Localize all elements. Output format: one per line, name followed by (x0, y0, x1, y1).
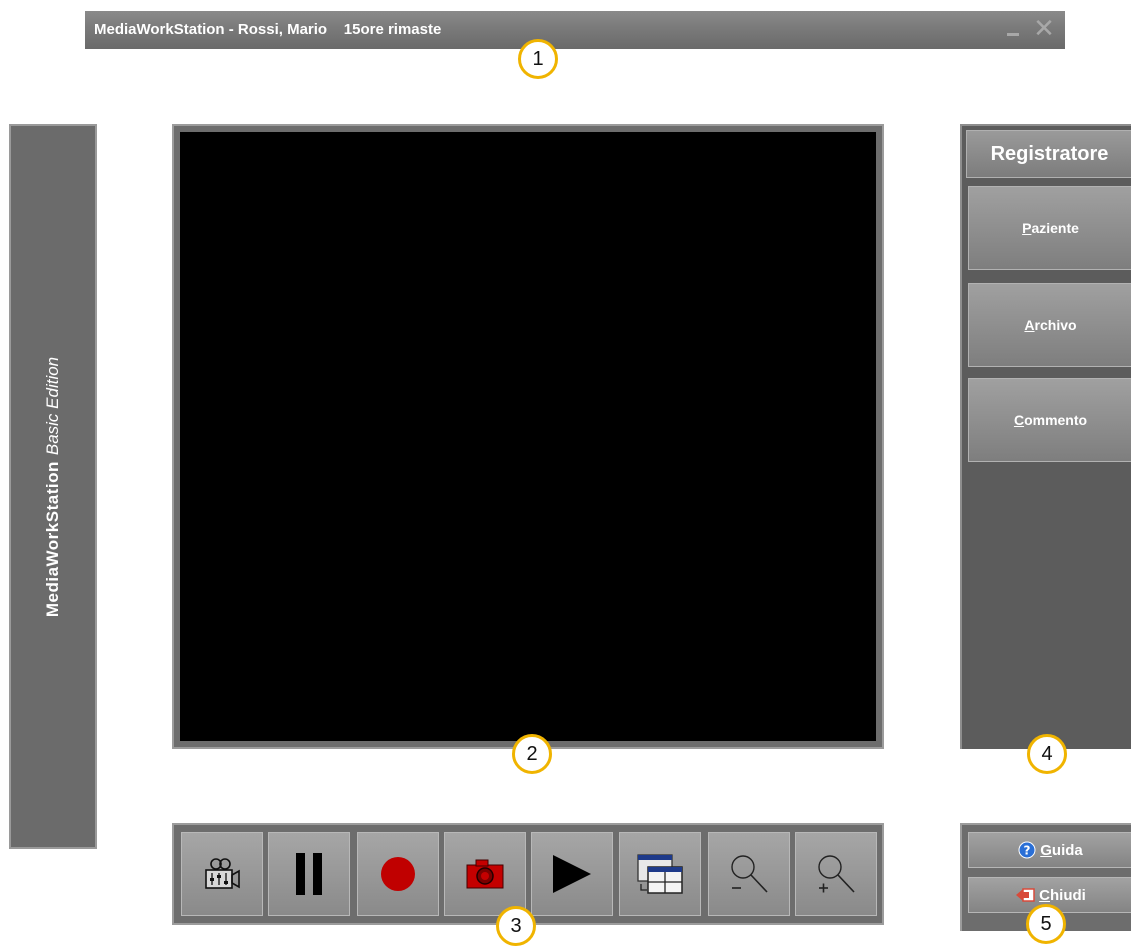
callout-2: 2 (512, 734, 552, 774)
archive-button[interactable]: Archivo (968, 283, 1131, 367)
archive-accel: A (1024, 317, 1035, 333)
zoom-out-icon (731, 855, 768, 893)
snapshot-button[interactable] (444, 832, 526, 916)
callout-3: 3 (496, 906, 536, 946)
patient-accel: P (1022, 220, 1032, 236)
brand-text: MediaWorkStation Basic Edition (43, 356, 63, 616)
record-button[interactable] (357, 832, 439, 916)
comment-label: ommento (1024, 412, 1088, 428)
zoom-in-icon (818, 855, 855, 893)
close-icon[interactable]: ✕ (1033, 13, 1055, 43)
play-icon (553, 855, 591, 893)
pause-button[interactable] (268, 832, 350, 916)
callout-1: 1 (518, 39, 558, 79)
recorder-header: Registratore (966, 130, 1131, 178)
title-bar: MediaWorkStation - Rossi, Mario 15ore ri… (85, 11, 1065, 49)
window-layout-icon (637, 854, 683, 894)
video-preview-screen (180, 132, 876, 741)
patient-button[interactable]: Paziente (968, 186, 1131, 270)
comment-accel: C (1013, 412, 1025, 428)
zoom-out-button[interactable] (708, 832, 790, 916)
patient-label: aziente (1031, 220, 1079, 236)
layout-button[interactable] (619, 832, 701, 916)
archive-label: rchivo (1034, 317, 1077, 333)
window-title: MediaWorkStation - Rossi, Mario 15ore ri… (94, 21, 442, 38)
close-app-accel: C (1039, 886, 1050, 904)
zoom-in-button[interactable] (795, 832, 877, 916)
video-preview-frame (172, 124, 884, 749)
comment-button[interactable]: Commento (968, 378, 1131, 462)
photo-camera-icon (466, 859, 504, 889)
help-button[interactable]: ? Guida (968, 832, 1131, 868)
help-accel: G (1040, 841, 1052, 859)
pause-icon (296, 853, 322, 895)
brand-edition: Basic Edition (43, 356, 62, 455)
close-app-label: hiudi (1050, 886, 1086, 904)
play-button[interactable] (531, 832, 613, 916)
callout-5: 5 (1026, 904, 1066, 944)
callout-4: 4 (1027, 734, 1067, 774)
record-icon (381, 857, 415, 891)
help-icon: ? (1018, 841, 1036, 859)
svg-text:?: ? (1024, 844, 1031, 858)
help-label: uida (1051, 841, 1083, 859)
minimize-icon[interactable] (1007, 33, 1019, 36)
right-panel: Registratore Paziente Archivo Commento (960, 124, 1131, 749)
video-camera-settings-icon (205, 858, 240, 889)
exit-arrow-icon (1016, 888, 1035, 902)
brand-name: MediaWorkStation (43, 460, 62, 617)
camera-settings-button[interactable] (181, 832, 263, 916)
brand-sidebar: MediaWorkStation Basic Edition (9, 124, 97, 849)
